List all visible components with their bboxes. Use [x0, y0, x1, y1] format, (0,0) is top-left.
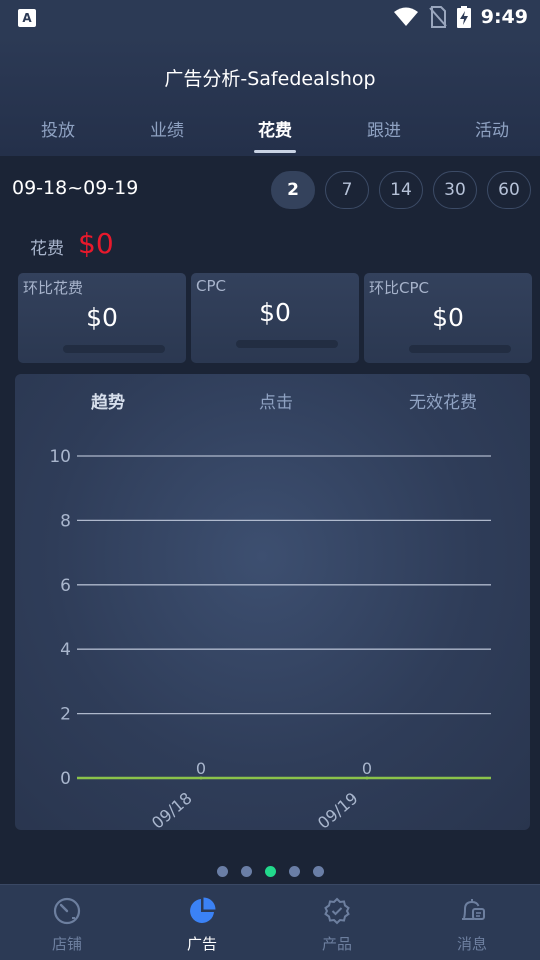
card-period-spend: 环比花费 $0 [18, 273, 186, 363]
page-dot[interactable] [265, 866, 276, 877]
card-bar [63, 345, 165, 353]
spend-value: $0 [78, 227, 114, 260]
tab-performance[interactable]: 业绩 [127, 116, 207, 141]
accessibility-icon: A [18, 9, 36, 27]
data-label: 0 [196, 759, 206, 778]
y-tick-label: 2 [60, 705, 71, 725]
page-dot[interactable] [289, 866, 300, 877]
active-tab-indicator [254, 150, 296, 153]
tab-follow-up[interactable]: 跟进 [344, 116, 424, 141]
card-bar [409, 345, 511, 353]
tab-bar: 投放 业绩 花费 跟进 活动 [0, 116, 540, 156]
nav-item-ads[interactable]: 广告 [152, 885, 252, 960]
y-tick-label: 4 [60, 640, 71, 660]
bottom-nav: 店铺 广告 产品 消息 [0, 884, 540, 960]
status-icons: 9:49 [393, 6, 528, 28]
card-period-cpc: 环比CPC $0 [364, 273, 532, 363]
card-value: $0 [432, 303, 464, 332]
card-cpc: CPC $0 [191, 273, 359, 363]
trend-chart: 0246810009/18009/19 [49, 447, 491, 830]
tab-spend[interactable]: 花费 [235, 116, 315, 141]
y-tick-label: 10 [49, 447, 71, 467]
range-60-days-button[interactable]: 60 [487, 171, 531, 209]
card-label: CPC [196, 277, 226, 295]
chart-panel: 趋势 点击 无效花费 0 2 4 6 8 10 0 09/18 0 09/19 [15, 374, 530, 830]
tab-placement[interactable]: 投放 [18, 116, 98, 141]
page-dot[interactable] [313, 866, 324, 877]
y-tick-label: 8 [60, 511, 71, 531]
data-label: 0 [362, 759, 372, 778]
nav-item-products[interactable]: 产品 [287, 885, 387, 960]
app-header: 广告分析-Safedealshop 投放 业绩 花费 跟进 活动 [0, 36, 540, 156]
x-tick-label: 09/18 [148, 789, 196, 830]
nav-item-messages[interactable]: 消息 [422, 885, 522, 960]
badge-check-icon [324, 897, 350, 925]
page-title: 广告分析-Safedealshop [164, 68, 376, 90]
page-dot[interactable] [241, 866, 252, 877]
range-7-days-button[interactable]: 7 [325, 171, 369, 209]
range-14-days-button[interactable]: 14 [379, 171, 423, 209]
wifi-icon [393, 7, 418, 26]
y-tick-label: 0 [60, 769, 71, 789]
page-dot[interactable] [217, 866, 228, 877]
x-tick-label: 09/19 [314, 789, 362, 830]
status-time: 9:49 [480, 6, 528, 28]
nav-label: 产品 [321, 935, 352, 953]
card-label: 环比CPC [369, 279, 429, 297]
spend-label: 花费 [30, 239, 64, 259]
card-value: $0 [86, 303, 118, 332]
tab-activity[interactable]: 活动 [452, 116, 532, 141]
y-tick-label: 6 [60, 576, 71, 596]
no-sim-icon [428, 6, 447, 28]
battery-charging-icon [456, 6, 471, 28]
nav-label: 店铺 [51, 935, 82, 953]
nav-label: 消息 [456, 935, 487, 953]
nav-item-store[interactable]: 店铺 [17, 885, 117, 960]
speedometer-icon [53, 897, 81, 925]
card-label: 环比花费 [23, 279, 84, 297]
nav-label: 广告 [186, 935, 217, 953]
card-bar [236, 340, 338, 348]
status-bar: A 9:49 [0, 0, 540, 36]
date-range: 09-18~09-19 [12, 177, 139, 199]
range-30-days-button[interactable]: 30 [433, 171, 477, 209]
bell-icon [462, 899, 485, 920]
card-value: $0 [259, 298, 291, 327]
pie-chart-icon [190, 897, 216, 923]
range-2-days-button[interactable]: 2 [271, 171, 315, 209]
page-indicator [0, 866, 540, 878]
